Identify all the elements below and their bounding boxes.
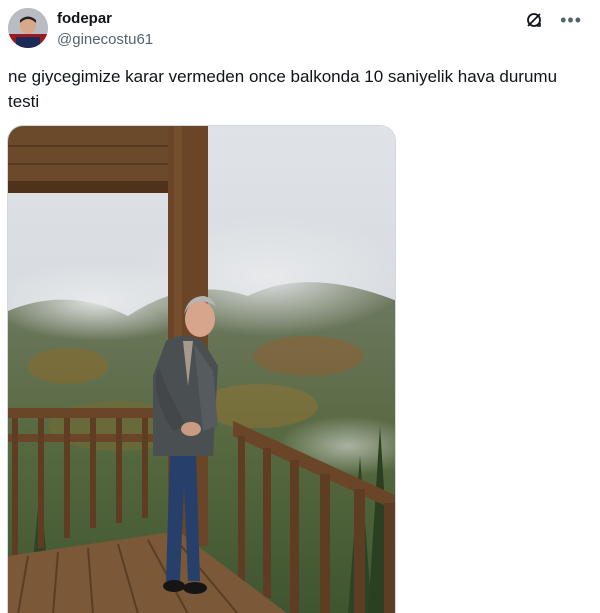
- tweet-photo[interactable]: [7, 125, 396, 613]
- user-handle[interactable]: @ginecostu61: [57, 31, 153, 48]
- avatar[interactable]: [8, 8, 48, 48]
- display-name[interactable]: fodepar: [57, 10, 112, 27]
- tweet-actions: •••: [524, 10, 582, 30]
- grok-icon[interactable]: [524, 10, 544, 30]
- more-icon[interactable]: •••: [560, 11, 582, 29]
- tweet-text: ne giycegimize karar vermeden once balko…: [8, 67, 558, 111]
